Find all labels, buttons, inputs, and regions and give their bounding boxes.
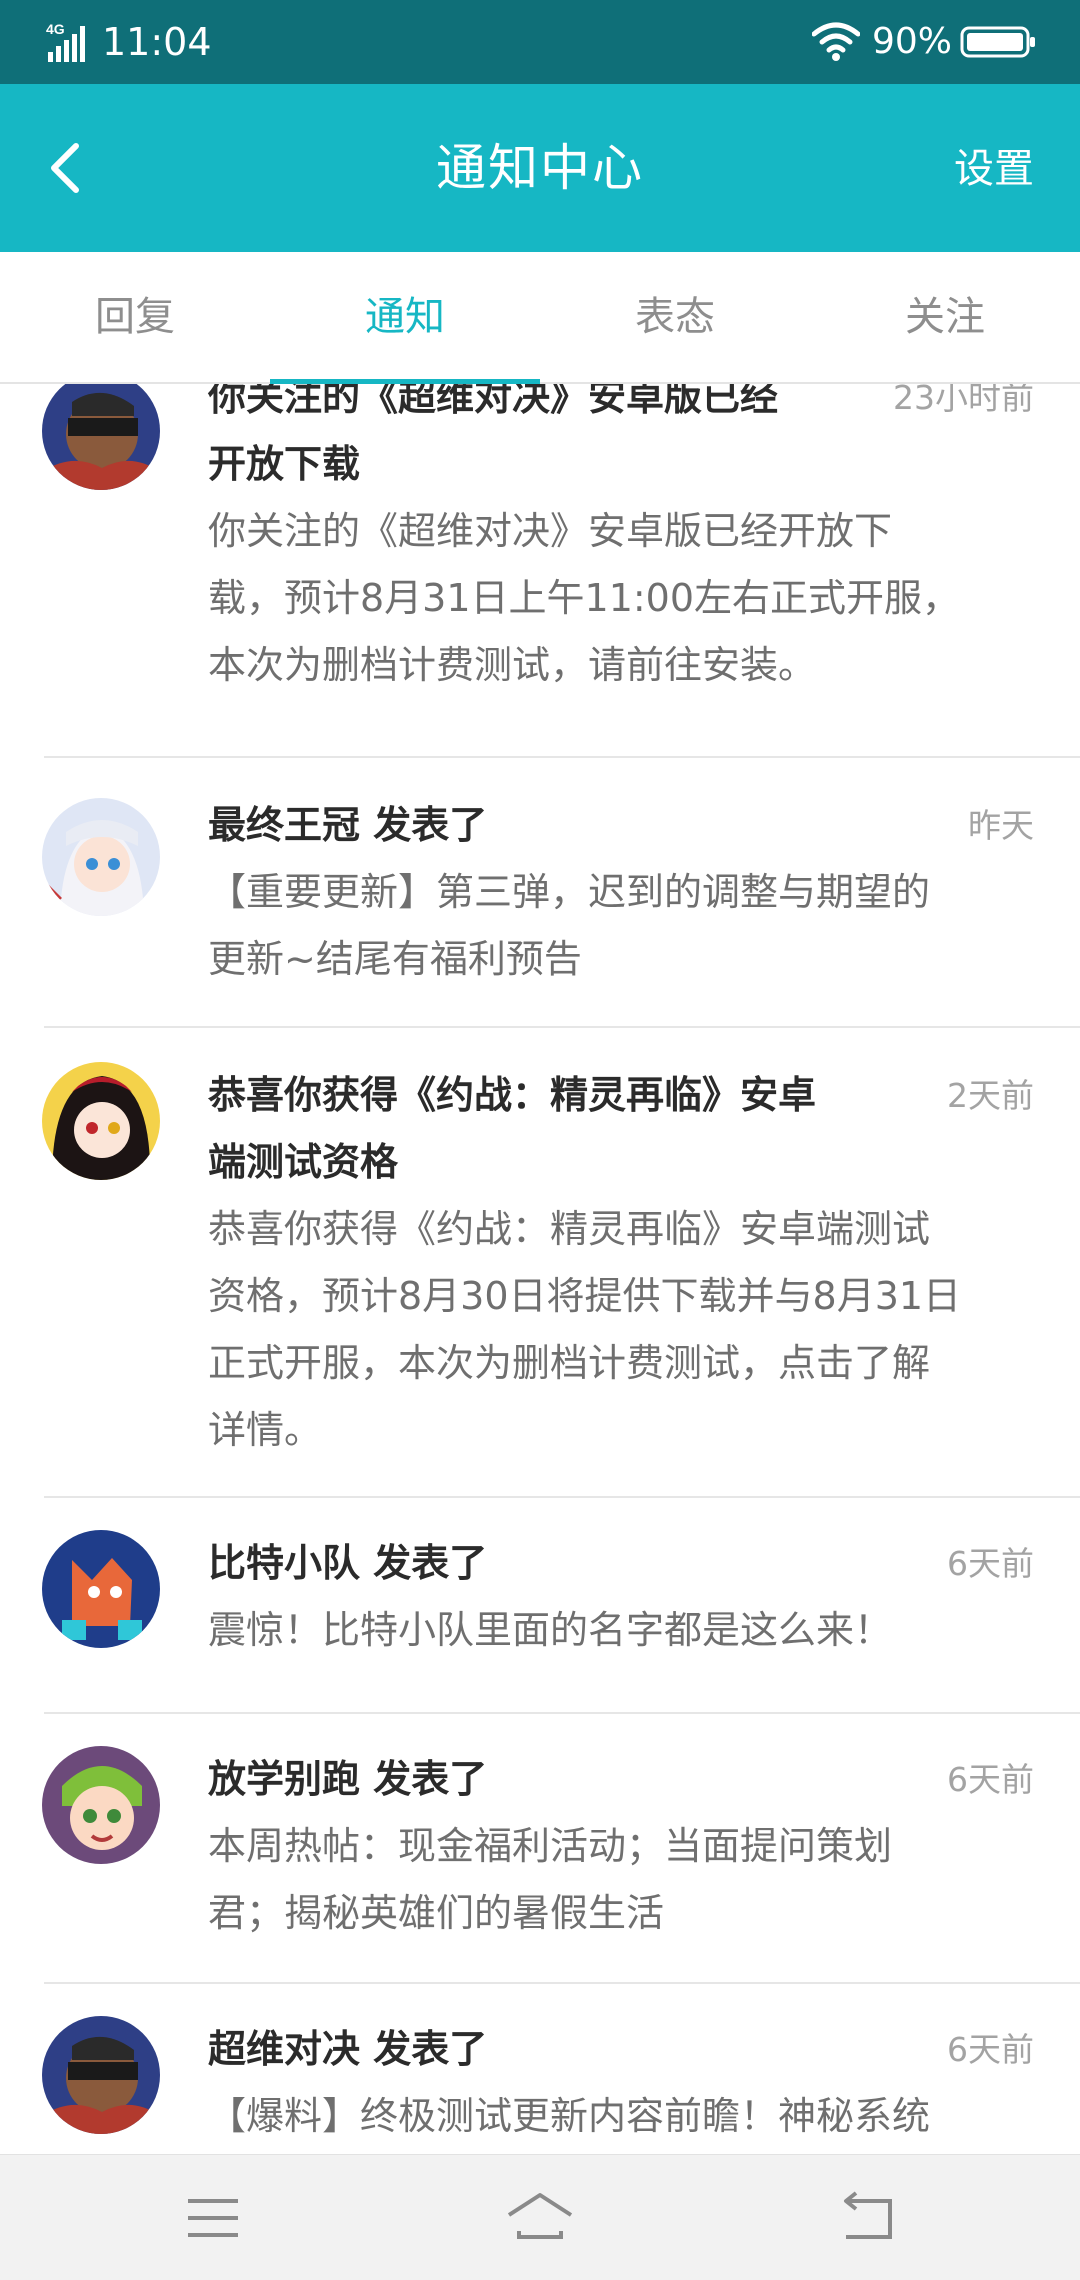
notification-body: 震惊！比特小队里面的名字都是这么来！: [208, 1608, 893, 1652]
header: 通知中心 设置: [0, 84, 1080, 252]
list-item[interactable]: 比特小队 发表了 6天前 震惊！比特小队里面的名字都是这么来！: [0, 1498, 1080, 1714]
notification-title: 比特小队 发表了: [208, 1541, 488, 1585]
notification-time: 6天前: [947, 1760, 1034, 1799]
notification-body: 恭喜你获得《约战：精灵再临》安卓端测试 资格，预计8月30日将提供下载并与8月3…: [208, 1207, 962, 1452]
notification-title: 超维对决 发表了: [208, 2027, 488, 2071]
notification-center-screen: 4G 11:04 90% 通知中心 设置 回复 通知 表态 关注 你关注的《超维…: [0, 0, 1080, 2280]
battery-icon: [960, 26, 1035, 58]
list-item[interactable]: 超维对决 发表了 6天前 【爆料】终极测试更新内容前瞻！神秘系统: [0, 1984, 1080, 2154]
notification-body: 【重要更新】第三弹，迟到的调整与期望的 更新~结尾有福利预告: [208, 870, 931, 981]
wifi-icon: [812, 22, 860, 61]
page-title: 通知中心: [436, 139, 644, 197]
home-icon[interactable]: [505, 2185, 575, 2251]
notification-title: 最终王冠 发表了: [208, 803, 488, 847]
notification-title: 你关注的《超维对决》安卓版已经 开放下载: [208, 384, 779, 486]
notification-body: 你关注的《超维对决》安卓版已经开放下 载，预计8月31日上午11:00左右正式开…: [208, 509, 961, 687]
tab-reactions[interactable]: 表态: [540, 252, 810, 382]
avatar: [42, 1746, 160, 1864]
notification-time: 6天前: [947, 2030, 1034, 2069]
tab-bar: 回复 通知 表态 关注: [0, 252, 1080, 384]
notification-list: 你关注的《超维对决》安卓版已经 开放下载 23小时前 你关注的《超维对决》安卓版…: [0, 384, 1080, 2154]
battery-percent: 90%: [872, 21, 953, 62]
avatar: [42, 1062, 160, 1180]
notification-title: 放学别跑 发表了: [208, 1757, 488, 1801]
list-item[interactable]: 恭喜你获得《约战：精灵再临》安卓 端测试资格 2天前 恭喜你获得《约战：精灵再临…: [0, 1028, 1080, 1498]
notification-title: 恭喜你获得《约战：精灵再临》安卓 端测试资格: [208, 1073, 817, 1184]
menu-icon[interactable]: [178, 2185, 248, 2251]
tab-following[interactable]: 关注: [810, 252, 1080, 382]
notification-body: 【爆料】终极测试更新内容前瞻！神秘系统: [208, 2094, 931, 2138]
tab-notifications[interactable]: 通知: [270, 252, 540, 384]
avatar: [42, 798, 160, 916]
notification-time: 2天前: [947, 1076, 1034, 1115]
avatar: [42, 2016, 160, 2134]
avatar: [42, 1530, 160, 1648]
list-item[interactable]: 最终王冠 发表了 昨天 【重要更新】第三弹，迟到的调整与期望的 更新~结尾有福利…: [0, 758, 1080, 1028]
notification-time: 昨天: [968, 806, 1034, 845]
list-item[interactable]: 你关注的《超维对决》安卓版已经 开放下载 23小时前 你关注的《超维对决》安卓版…: [0, 384, 1080, 758]
tab-replies[interactable]: 回复: [0, 252, 270, 382]
notification-time: 23小时前: [893, 384, 1034, 417]
notification-body: 本周热帖：现金福利活动；当面提问策划 君；揭秘英雄们的暑假生活: [208, 1824, 893, 1935]
status-bar: 4G 11:04 90%: [0, 0, 1080, 84]
signal-icon: 4G: [46, 21, 85, 62]
system-nav-bar: [0, 2154, 1080, 2280]
avatar: [42, 384, 160, 490]
settings-button[interactable]: 设置: [954, 142, 1034, 196]
status-time: 11:04: [102, 20, 212, 64]
network-type-label: 4G: [46, 21, 65, 37]
list-item[interactable]: 放学别跑 发表了 6天前 本周热帖：现金福利活动；当面提问策划 君；揭秘英雄们的…: [0, 1714, 1080, 1984]
back-icon[interactable]: [832, 2185, 902, 2251]
notification-time: 6天前: [947, 1544, 1034, 1583]
